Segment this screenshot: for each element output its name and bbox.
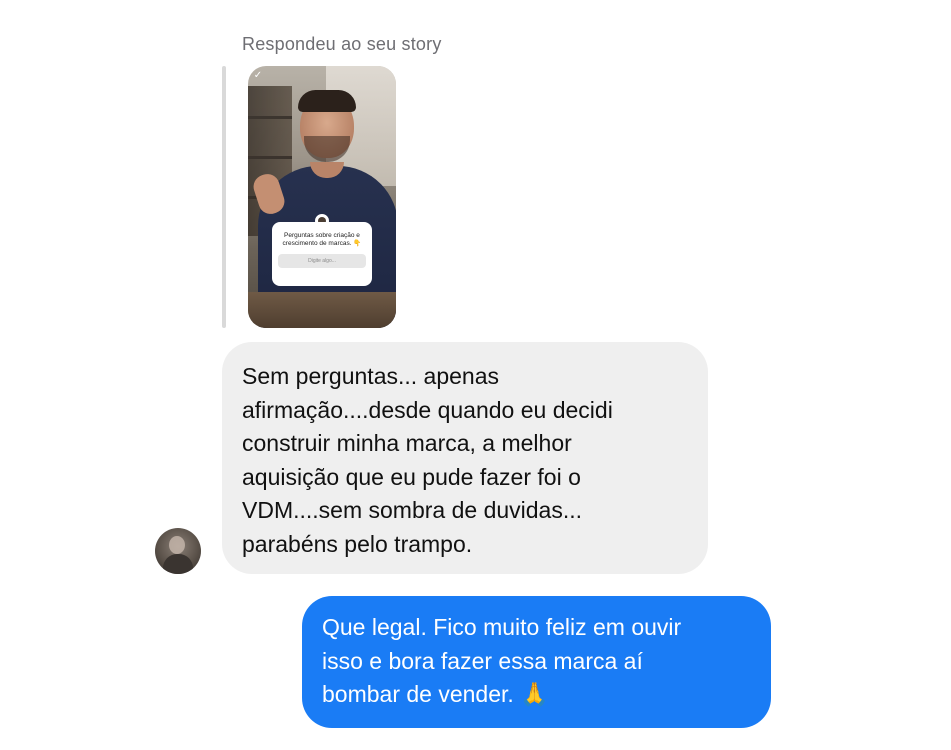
story-thumbnail[interactable]: ✓ Perguntas sobre criação e crescimento … bbox=[248, 66, 396, 328]
checkmark-icon: ✓ bbox=[253, 70, 263, 81]
message-bubble-sent: Que legal. Fico muito feliz em ouvir iss… bbox=[302, 596, 771, 728]
story-desk bbox=[248, 292, 396, 328]
reply-context-label: Respondeu ao seu story bbox=[242, 34, 442, 54]
question-sticker: Perguntas sobre criação e crescimento de… bbox=[272, 222, 372, 286]
question-sticker-input: Digite algo... bbox=[278, 254, 366, 268]
story-person-hair bbox=[298, 90, 356, 112]
sender-avatar[interactable] bbox=[155, 528, 201, 574]
message-bubble-received: Sem perguntas... apenas afirmação....des… bbox=[222, 342, 708, 574]
question-sticker-text: Perguntas sobre criação e crescimento de… bbox=[282, 232, 362, 247]
story-quote-bar bbox=[222, 66, 226, 328]
